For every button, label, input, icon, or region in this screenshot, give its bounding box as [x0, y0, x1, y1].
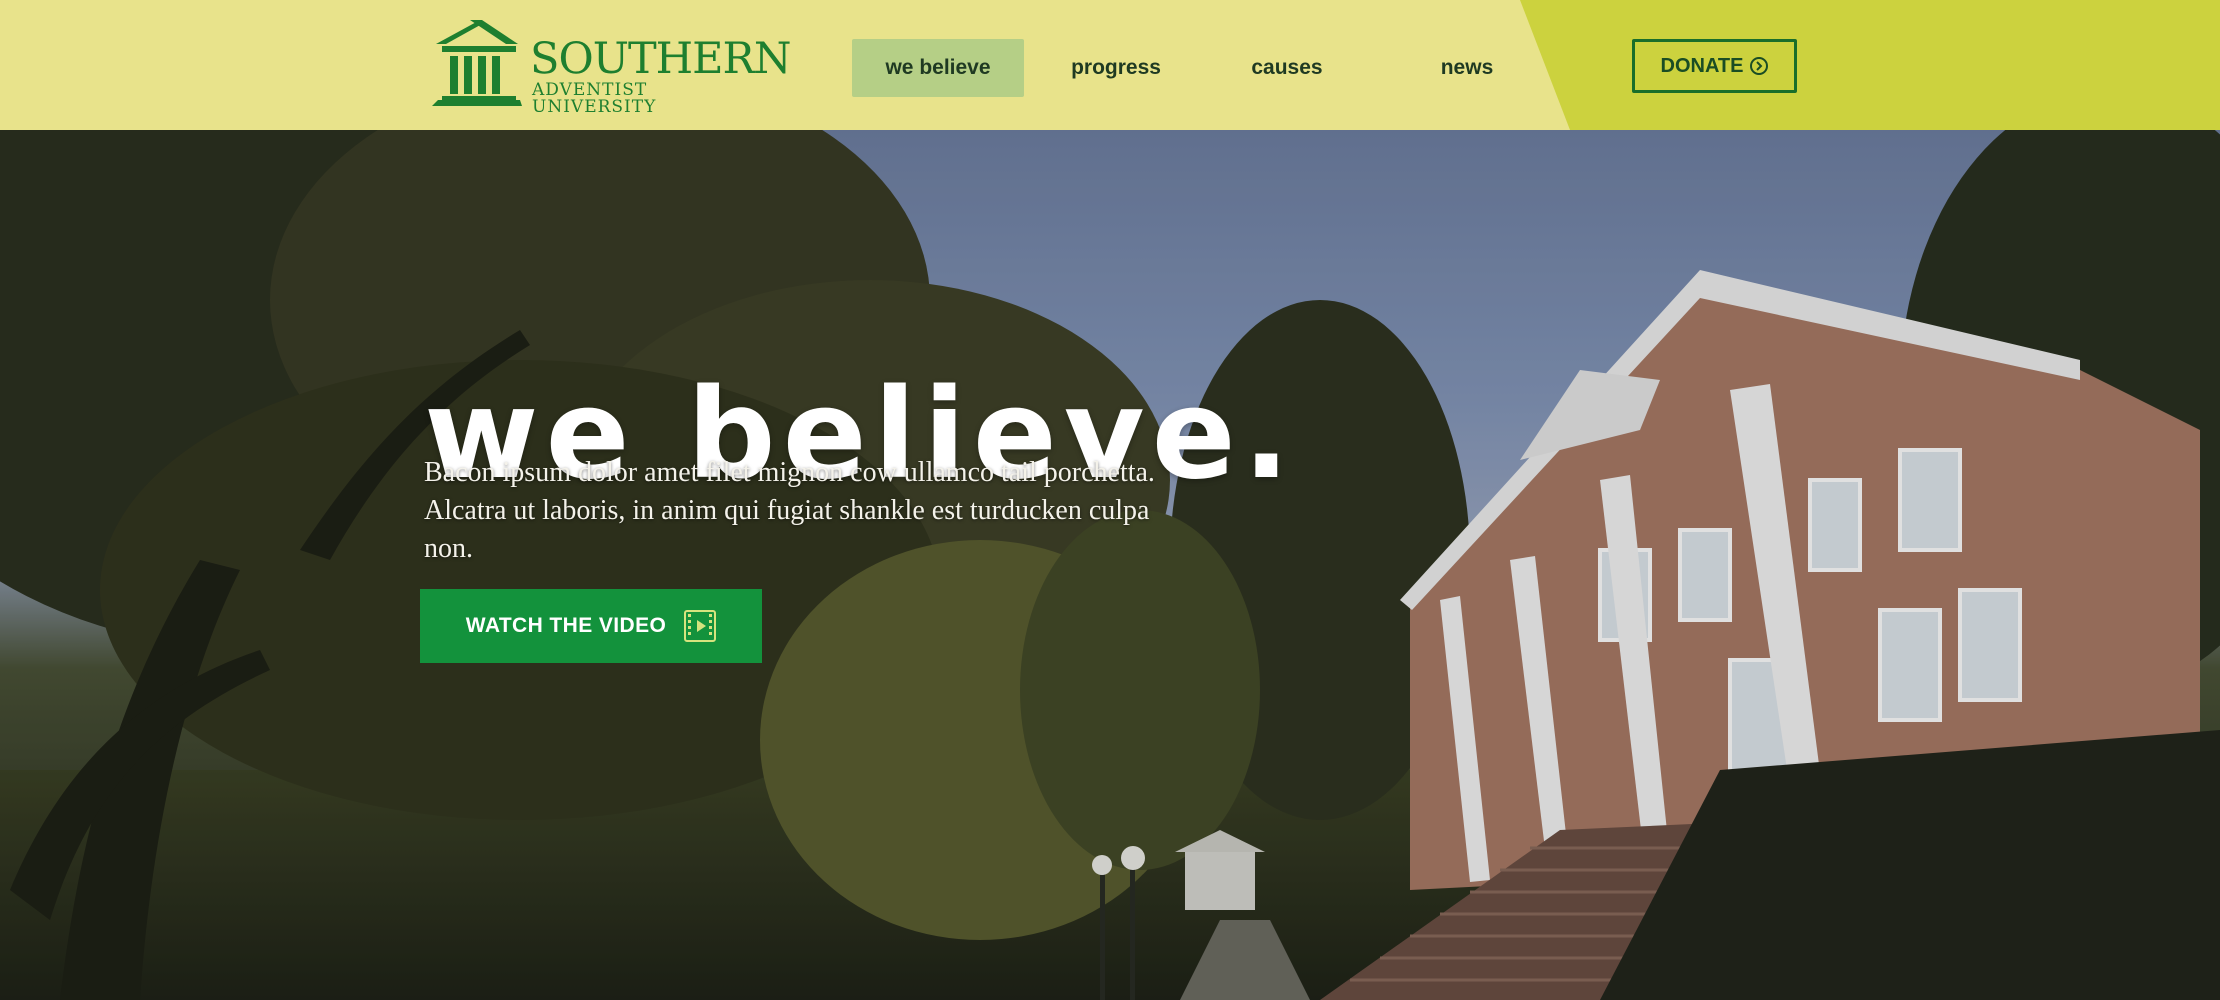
donate-label: DONATE — [1660, 54, 1744, 77]
film-play-icon — [684, 610, 717, 642]
logo-name-bottom: ADVENTIST UNIVERSITY — [532, 80, 657, 117]
site-header: SOUTHERN ADVENTIST UNIVERSITY we believe… — [0, 0, 2220, 130]
donate-button[interactable]: DONATE — [1632, 39, 1797, 93]
nav-item-causes[interactable]: causes — [1212, 39, 1362, 97]
nav-item-progress[interactable]: progress — [1042, 39, 1190, 97]
hero-section: we believe. Bacon ipsum dolor amet filet… — [0, 130, 2220, 1000]
chevron-right-circle-icon — [1750, 57, 1769, 75]
columns-building-icon — [432, 20, 522, 106]
university-logo[interactable]: SOUTHERN ADVENTIST UNIVERSITY — [432, 16, 792, 116]
header-accent-panel — [1520, 0, 2220, 130]
logo-name-top: SOUTHERN — [530, 34, 792, 84]
watch-video-button[interactable]: WATCH THE VIDEO — [420, 589, 762, 663]
hero-description: Bacon ipsum dolor amet filet mignon cow … — [424, 457, 1155, 564]
nav-item-we-believe[interactable]: we believe — [852, 39, 1024, 97]
watch-video-label: WATCH THE VIDEO — [465, 614, 667, 637]
nav-item-news[interactable]: news — [1392, 39, 1542, 97]
